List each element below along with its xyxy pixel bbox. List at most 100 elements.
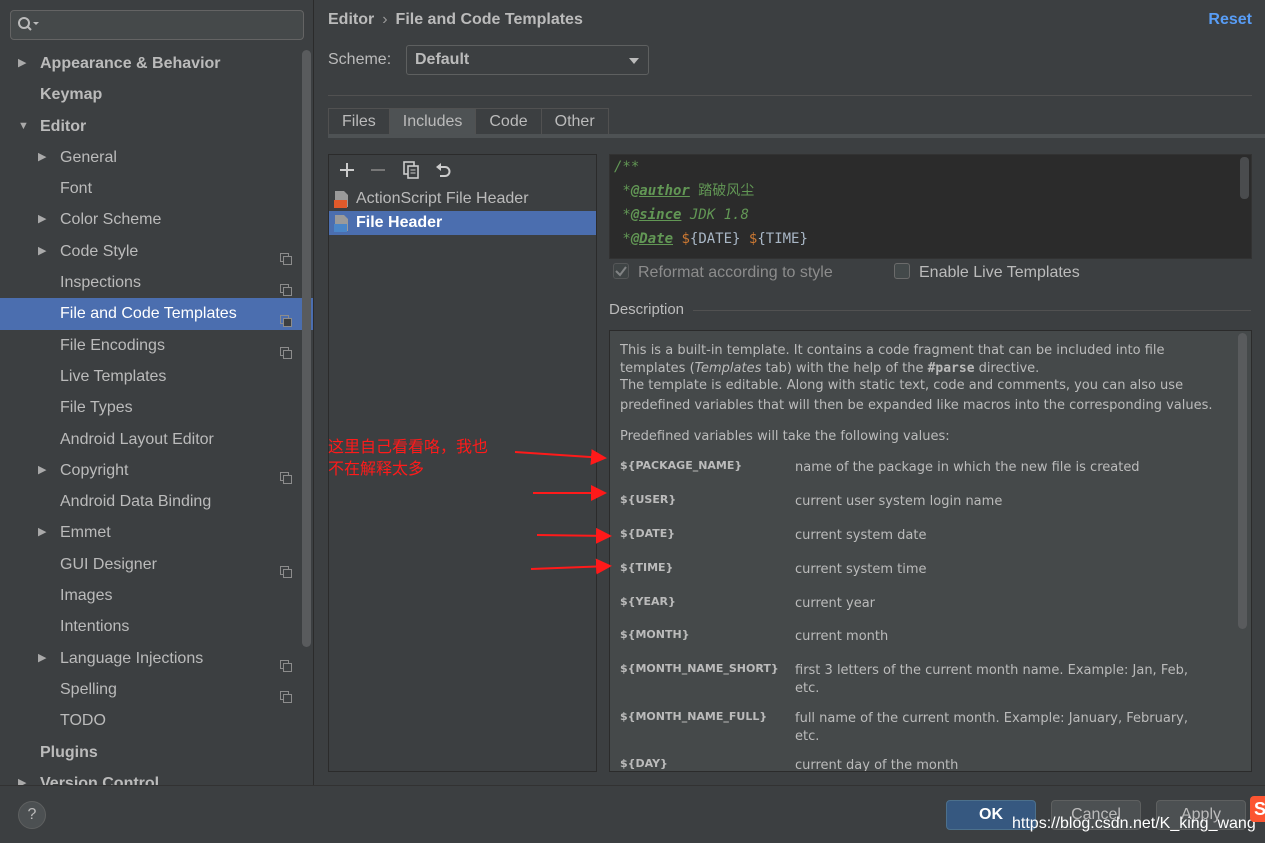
- description-scrollbar[interactable]: [1238, 333, 1247, 629]
- sidebar-item-label: General: [60, 148, 117, 166]
- sidebar-item-label: Android Layout Editor: [60, 430, 214, 448]
- code-variable: {TIME}: [757, 231, 808, 247]
- sidebar-item-live-templates[interactable]: Live Templates: [0, 361, 313, 392]
- project-scope-icon: [280, 339, 292, 359]
- template-item-file-header[interactable]: File Header: [329, 211, 596, 235]
- undo-icon[interactable]: [433, 160, 453, 180]
- expand-arrow-down-icon[interactable]: ▼: [18, 111, 29, 142]
- desc-intro-1: This is a built-in template. It contains…: [620, 343, 1165, 358]
- sidebar-item-version-control[interactable]: ▶ Version Control: [0, 768, 313, 785]
- sidebar-item-android-data-binding[interactable]: Android Data Binding: [0, 486, 313, 517]
- sidebar-item-plugins[interactable]: Plugins: [0, 737, 313, 768]
- sidebar-item-label: File Types: [60, 399, 133, 417]
- sidebar-item-appearance-behavior[interactable]: ▶ Appearance & Behavior: [0, 48, 313, 79]
- sidebar-item-gui-designer[interactable]: GUI Designer: [0, 549, 313, 580]
- code-text: JDK 1.8: [681, 207, 749, 223]
- variable-description: full name of the current month. Example:…: [795, 711, 1188, 744]
- main-panel: Editor › File and Code Templates Reset Sch…: [315, 0, 1265, 785]
- add-icon[interactable]: [337, 160, 357, 180]
- variable-name: ${USER}: [620, 493, 677, 506]
- variable-description: current system time: [795, 562, 927, 577]
- sidebar-item-keymap[interactable]: Keymap: [0, 79, 313, 110]
- divider: [693, 310, 1251, 311]
- reformat-checkbox[interactable]: [613, 263, 629, 279]
- tab-files[interactable]: Files: [328, 108, 390, 134]
- sidebar-item-label: Keymap: [40, 86, 103, 104]
- java-file-icon: [334, 214, 349, 232]
- expand-arrow-right-icon[interactable]: ▶: [38, 236, 46, 267]
- sidebar-item-color-scheme[interactable]: ▶ Color Scheme: [0, 204, 313, 235]
- code-text: 踏破风尘: [689, 183, 755, 199]
- expand-arrow-right-icon[interactable]: ▶: [38, 204, 46, 235]
- code-tag: @since: [630, 207, 682, 223]
- sidebar-item-label: File Encodings: [60, 336, 165, 354]
- sidebar-item-android-layout-editor[interactable]: Android Layout Editor: [0, 424, 313, 455]
- expand-arrow-right-icon[interactable]: ▶: [18, 48, 26, 79]
- settings-tree: ▶ Appearance & Behavior Keymap ▼ Editor ▶ Gene…: [0, 48, 313, 785]
- sidebar-item-todo[interactable]: TODO: [0, 705, 313, 736]
- template-item-actionscript-file-header[interactable]: ActionScript File Header: [329, 187, 596, 211]
- sidebar-item-images[interactable]: Images: [0, 580, 313, 611]
- help-button[interactable]: ?: [18, 801, 46, 829]
- template-code-editor[interactable]: /** *@author 踏破风尘 *@since JDK 1.8 *@Date…: [609, 154, 1252, 259]
- annotation-line: 这里自己看看咯，我也: [328, 439, 489, 456]
- code-star: *: [614, 207, 631, 223]
- project-scope-icon: [280, 558, 292, 578]
- sidebar-item-label: Plugins: [40, 743, 98, 761]
- sidebar-item-language-injections[interactable]: ▶ Language Injections: [0, 643, 313, 674]
- sidebar-item-label: Font: [60, 180, 93, 198]
- sidebar-item-intentions[interactable]: Intentions: [0, 611, 313, 642]
- live-templates-label: Enable Live Templates: [919, 264, 1080, 281]
- sidebar-item-file-and-code-templates[interactable]: File and Code Templates: [0, 298, 313, 330]
- project-scope-icon: [280, 276, 292, 297]
- expand-arrow-right-icon[interactable]: ▶: [38, 142, 46, 173]
- sidebar-item-file-types[interactable]: File Types: [0, 392, 313, 423]
- sidebar-item-font[interactable]: Font: [0, 173, 313, 204]
- tab-other[interactable]: Other: [540, 108, 609, 134]
- reformat-label: Reformat according to style: [638, 264, 833, 281]
- code-star: *: [614, 231, 631, 247]
- search-input[interactable]: [10, 10, 304, 40]
- live-templates-checkbox[interactable]: [894, 263, 910, 279]
- sidebar-item-spelling[interactable]: Spelling: [0, 674, 313, 705]
- desc-intro-4: predefined variables that will then be e…: [620, 398, 1213, 413]
- desc-intro-3: The template is editable. Along with sta…: [620, 378, 1184, 393]
- settings-sidebar: ▶ Appearance & Behavior Keymap ▼ Editor ▶ Gene…: [0, 0, 314, 785]
- sidebar-item-emmet[interactable]: ▶ Emmet: [0, 517, 313, 548]
- project-scope-icon: [280, 683, 292, 703]
- code-dollar: $: [681, 231, 690, 247]
- expand-arrow-right-icon[interactable]: ▶: [38, 455, 46, 486]
- variable-description: first 3 letters of the current month nam…: [795, 663, 1188, 696]
- expand-arrow-right-icon[interactable]: ▶: [38, 517, 46, 548]
- copy-icon[interactable]: [401, 160, 421, 180]
- sidebar-item-editor[interactable]: ▼ Editor: [0, 111, 313, 142]
- editor-scrollbar[interactable]: [1240, 157, 1249, 199]
- search-icon[interactable]: [17, 16, 43, 34]
- reset-link[interactable]: Reset: [1208, 11, 1252, 29]
- code-line: *@author 踏破风尘: [610, 179, 1251, 203]
- sidebar-item-inspections[interactable]: Inspections: [0, 267, 313, 298]
- remove-icon[interactable]: [368, 160, 388, 180]
- tab-includes[interactable]: Includes: [388, 108, 477, 134]
- sidebar-item-code-style[interactable]: ▶ Code Style: [0, 236, 313, 267]
- variable-name: ${MONTH_NAME_SHORT}: [620, 662, 779, 675]
- sidebar-item-label: Spelling: [60, 680, 117, 698]
- divider: [328, 95, 1252, 96]
- sidebar-item-label: Code Style: [60, 242, 139, 260]
- sidebar-scrollbar[interactable]: [302, 50, 311, 647]
- scheme-value: Default: [415, 51, 470, 68]
- sidebar-item-file-encodings[interactable]: File Encodings: [0, 330, 313, 361]
- breadcrumb-separator: ›: [382, 11, 388, 28]
- sidebar-item-copyright[interactable]: ▶ Copyright: [0, 455, 313, 486]
- expand-arrow-right-icon[interactable]: ▶: [18, 768, 26, 785]
- variable-description: current system date: [795, 528, 927, 543]
- sidebar-item-general[interactable]: ▶ General: [0, 142, 313, 173]
- project-scope-icon: [280, 777, 292, 785]
- watermark-text: https://blog.csdn.net/K_king_wang: [1012, 815, 1256, 832]
- scheme-dropdown[interactable]: Default: [406, 45, 649, 75]
- expand-arrow-right-icon[interactable]: ▶: [38, 643, 46, 674]
- tab-bar: Files Includes Code Other: [328, 108, 609, 134]
- dialog-footer: ? OK Cancel Apply https://blog.csdn.net/…: [0, 785, 1265, 843]
- tab-code[interactable]: Code: [475, 108, 542, 134]
- sidebar-item-label: File and Code Templates: [60, 305, 237, 323]
